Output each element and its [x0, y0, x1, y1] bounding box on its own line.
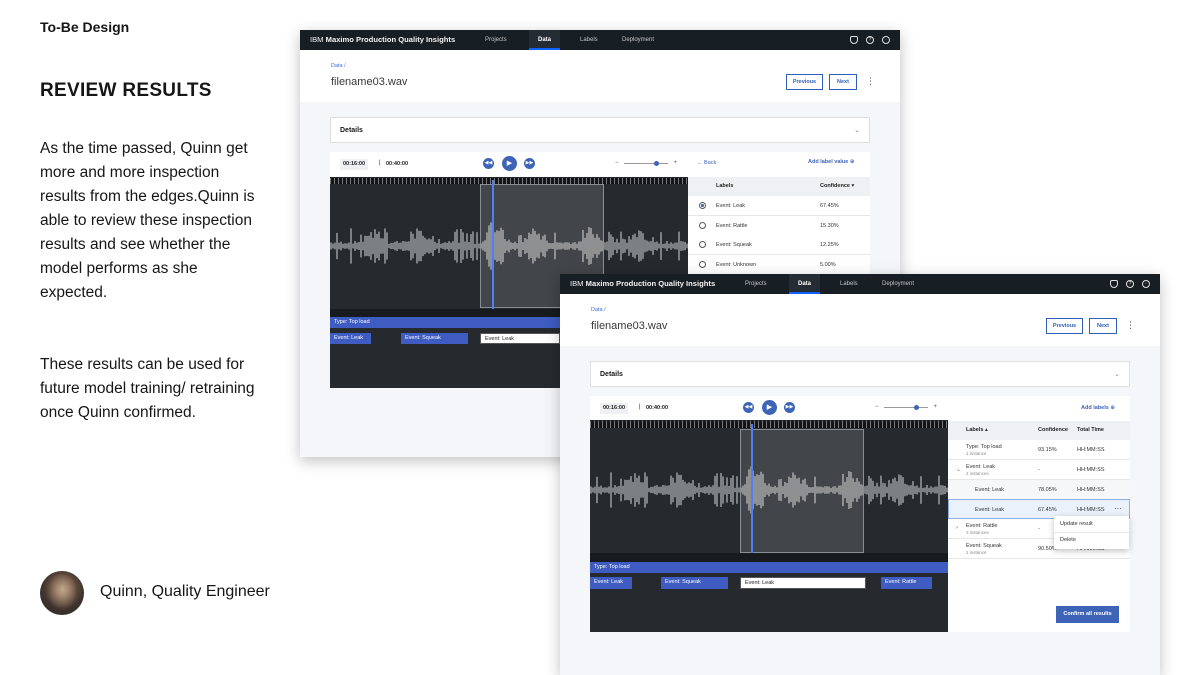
page-title: filename03.wav: [591, 320, 668, 332]
table-header: Labels ▴ Confidence Total Time: [948, 421, 1130, 440]
story-tag: To-Be Design: [40, 19, 130, 35]
chevron-down-icon[interactable]: ⌄: [956, 466, 961, 473]
table-row[interactable]: Type: Top load 1 instance 93.15% HH:MM:S…: [948, 440, 1130, 460]
confirm-all-results-button[interactable]: Confirm all results: [1056, 606, 1119, 623]
previous-button[interactable]: Previous: [1046, 318, 1083, 334]
chevron-right-icon[interactable]: ›: [956, 525, 958, 531]
user-icon[interactable]: ·: [1142, 280, 1150, 288]
fast-forward-icon[interactable]: ▶▶: [784, 402, 795, 413]
top-nav: IBM Maximo Production Quality Insights P…: [300, 30, 900, 50]
top-nav: IBM Maximo Production Quality Insights P…: [560, 274, 1160, 294]
radio-selected[interactable]: [699, 202, 706, 209]
col-labels[interactable]: Labels: [716, 183, 733, 189]
table-header: Labels Confidence ▾: [688, 177, 870, 196]
radio[interactable]: [699, 261, 706, 268]
details-label: Details: [600, 371, 623, 378]
col-confidence[interactable]: Confidence: [1038, 427, 1068, 433]
details-label: Details: [340, 127, 363, 134]
nav-deployment[interactable]: Deployment: [613, 30, 663, 50]
nav-labels[interactable]: Labels: [831, 274, 867, 294]
screen-review-v2: IBM Maximo Production Quality Insights P…: [560, 274, 1160, 675]
table-row[interactable]: Event: Rattle 15.30%: [688, 216, 870, 236]
selection-region[interactable]: [740, 429, 864, 553]
label-chip-selected[interactable]: Event: Leak: [740, 577, 866, 589]
persona-name: Quinn, Quality Engineer: [100, 583, 270, 600]
radio[interactable]: [699, 241, 706, 248]
table-row[interactable]: Event: Squeak 12.25%: [688, 235, 870, 255]
back-link[interactable]: ← Back: [697, 160, 716, 166]
brand: IBM Maximo Production Quality Insights: [570, 279, 716, 288]
zoom-slider[interactable]: − +: [615, 160, 677, 166]
story-paragraph-2: These results can be used for future mod…: [40, 356, 255, 421]
user-icon[interactable]: ·: [882, 36, 890, 44]
nav-deployment[interactable]: Deployment: [873, 274, 923, 294]
table-row-expanded[interactable]: ⌄ Event: Leak 2 instances - HH:MM:SS: [948, 460, 1130, 480]
fast-forward-icon[interactable]: ▶▶: [524, 158, 535, 169]
nav-projects[interactable]: Projects: [476, 30, 516, 50]
next-button[interactable]: Next: [1089, 318, 1117, 334]
label-type-top-load[interactable]: Type: Top load: [590, 562, 948, 573]
help-icon[interactable]: ?: [1126, 280, 1134, 288]
table-row[interactable]: Event: Unknown 5.00%: [688, 255, 870, 275]
current-time: 00:16:00: [340, 159, 369, 170]
breadcrumb[interactable]: Data /: [331, 63, 346, 69]
rewind-icon[interactable]: ◀◀: [743, 402, 754, 413]
previous-button[interactable]: Previous: [786, 74, 823, 90]
playhead[interactable]: [751, 424, 753, 554]
nav-data[interactable]: Data: [529, 30, 561, 50]
col-labels[interactable]: Labels ▴: [966, 427, 988, 433]
rewind-icon[interactable]: ◀◀: [483, 158, 494, 169]
menu-item-delete[interactable]: Delete: [1060, 537, 1076, 543]
col-confidence[interactable]: Confidence ▾: [820, 183, 854, 189]
details-accordion[interactable]: Details ⌄: [330, 117, 870, 143]
breadcrumb[interactable]: Data /: [591, 307, 606, 313]
overflow-menu-icon[interactable]: ···: [1114, 504, 1122, 513]
overflow-menu-icon[interactable]: ⋮: [866, 77, 875, 86]
play-icon[interactable]: ▶: [502, 156, 517, 171]
bell-icon[interactable]: [1110, 280, 1118, 288]
label-chip[interactable]: Event: Leak: [330, 333, 371, 344]
playhead[interactable]: [492, 180, 494, 310]
add-labels-link[interactable]: Add labels ⊕: [1081, 405, 1115, 411]
story-paragraph-1: As the time passed, Quinn get more and m…: [40, 140, 255, 301]
label-chip-selected[interactable]: Event: Leak: [480, 333, 560, 344]
radio[interactable]: [699, 222, 706, 229]
story-title: REVIEW RESULTS: [40, 80, 212, 101]
table-row[interactable]: Event: Leak 67.45%: [688, 196, 870, 216]
audio-player: 00:16:00 | 00:40:00 ◀◀ ▶ ▶▶ − + Type: To…: [590, 396, 948, 632]
help-icon[interactable]: ?: [866, 36, 874, 44]
menu-item-update-result[interactable]: Update result: [1060, 521, 1093, 527]
chevron-down-icon: ⌄: [854, 127, 860, 134]
label-chip[interactable]: Event: Squeak: [661, 577, 728, 589]
details-accordion[interactable]: Details ⌄: [590, 361, 1130, 387]
nav-data[interactable]: Data: [789, 274, 821, 294]
next-button[interactable]: Next: [829, 74, 857, 90]
nav-projects[interactable]: Projects: [736, 274, 776, 294]
overflow-menu-icon[interactable]: ⋮: [1126, 321, 1135, 330]
label-chip[interactable]: Event: Squeak: [401, 333, 468, 344]
total-time: 00:40:00: [646, 405, 669, 411]
avatar: [40, 571, 84, 615]
chevron-down-icon: ⌄: [1114, 371, 1120, 378]
nav-labels[interactable]: Labels: [571, 30, 607, 50]
table-subrow[interactable]: Event: Leak 78.05% HH:MM:SS: [948, 480, 1130, 500]
brand: IBM Maximo Production Quality Insights: [310, 35, 456, 44]
label-chip[interactable]: Event: Rattle: [881, 577, 932, 589]
current-time: 00:16:00: [600, 403, 629, 414]
row-action-menu: Update result Delete: [1054, 516, 1129, 549]
timeline-ruler: [590, 421, 948, 428]
total-time: 00:40:00: [386, 161, 409, 167]
play-icon[interactable]: ▶: [762, 400, 777, 415]
col-total-time[interactable]: Total Time: [1077, 427, 1104, 433]
bell-icon[interactable]: [850, 36, 858, 44]
label-chip[interactable]: Event: Leak: [590, 577, 632, 589]
page-title: filename03.wav: [331, 76, 408, 88]
zoom-slider[interactable]: − +: [875, 404, 937, 410]
labels-panel: Add labels ⊕ Labels ▴ Confidence Total T…: [948, 396, 1130, 632]
add-label-value-link[interactable]: Add label value ⊕: [808, 159, 855, 165]
